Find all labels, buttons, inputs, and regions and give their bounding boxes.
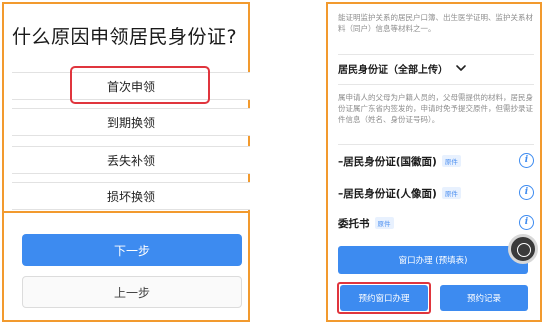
info-icon[interactable]: i xyxy=(519,153,534,168)
option-first-application[interactable]: 首次申领 xyxy=(12,72,250,100)
page-title: 什么原因申领居民身份证? xyxy=(12,26,238,48)
doc-row-authorization-letter: 委托书 原件 i xyxy=(338,212,536,234)
divider xyxy=(4,211,248,213)
guardian-note: 能证明监护关系的居民户口簿、出生医学证明、监护关系材料（同户）信息等材料之一。 xyxy=(338,13,533,33)
reservation-records-button[interactable]: 预约记录 xyxy=(440,285,528,311)
divider xyxy=(338,84,534,85)
section-header[interactable]: 居民身份证（全部上传） xyxy=(338,60,534,76)
doc-row-id-emblem-side: –居民身份证(国徽面) 原件 i xyxy=(338,150,536,172)
doc-row-id-portrait-side: –居民身份证(人像面) 原件 i xyxy=(338,182,536,204)
window-service-button[interactable]: 窗口办理 (预填表) xyxy=(338,246,528,274)
divider xyxy=(338,144,534,145)
next-button[interactable]: 下一步 xyxy=(22,234,242,266)
section-description: 属申请人的父母为户籍人员的，父母需提供的材料，居民身份证属广东省内签发的，申请时… xyxy=(338,93,533,124)
original-badge: 原件 xyxy=(441,187,461,199)
materials-panel: 能证明监护关系的居民户口簿、出生医学证明、监护关系材料（同户）信息等材料之一。 … xyxy=(326,2,542,322)
option-damage-replacement[interactable]: 损坏换领 xyxy=(12,182,250,210)
original-badge: 原件 xyxy=(374,217,394,229)
doc-label: –居民身份证(人像面) xyxy=(338,187,437,200)
chevron-down-icon xyxy=(456,65,466,71)
divider xyxy=(338,54,534,55)
reserve-window-button[interactable]: 预约窗口办理 xyxy=(340,285,428,311)
info-icon[interactable]: i xyxy=(519,185,534,200)
doc-label: –居民身份证(国徽面) xyxy=(338,155,437,168)
previous-button[interactable]: 上一步 xyxy=(22,276,242,308)
floating-assistant-button[interactable] xyxy=(508,234,538,264)
doc-label: 委托书 xyxy=(338,217,370,230)
option-expiry-renewal[interactable]: 到期换领 xyxy=(12,108,250,136)
section-title: 居民身份证（全部上传） xyxy=(338,64,448,76)
original-badge: 原件 xyxy=(441,155,461,167)
option-loss-replacement[interactable]: 丢失补领 xyxy=(12,146,250,174)
reason-panel: 什么原因申领居民身份证? 首次申领 到期换领 丢失补领 损坏换领 下一步 上一步 xyxy=(2,2,250,322)
info-icon[interactable]: i xyxy=(519,215,534,230)
